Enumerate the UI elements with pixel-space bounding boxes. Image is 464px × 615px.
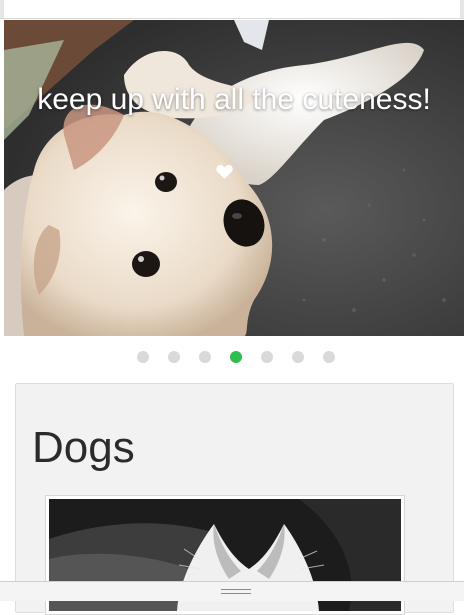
bottom-drag-bar: [0, 581, 464, 601]
carousel-dot[interactable]: [199, 351, 211, 363]
top-bar-right-edge: [460, 0, 464, 18]
top-bar: [0, 0, 464, 19]
top-bar-left-edge: [0, 0, 4, 18]
drag-handle-icon[interactable]: [221, 589, 251, 594]
carousel-indicators: [0, 350, 464, 364]
dogs-section-card: Dogs: [15, 383, 454, 615]
hero-rating[interactable]: [216, 163, 256, 185]
carousel-dot[interactable]: [137, 351, 149, 363]
heart-outline-icon[interactable]: [216, 163, 233, 180]
carousel-dot[interactable]: [323, 351, 335, 363]
carousel-dot[interactable]: [168, 351, 180, 363]
hero-caption: keep up with all the cuteness!: [37, 83, 431, 116]
hero-carousel-slide[interactable]: keep up with all the cuteness!: [4, 20, 464, 336]
section-title: Dogs: [32, 423, 135, 472]
carousel-dot-active[interactable]: [230, 351, 242, 363]
carousel-dot[interactable]: [292, 351, 304, 363]
carousel-dot[interactable]: [261, 351, 273, 363]
